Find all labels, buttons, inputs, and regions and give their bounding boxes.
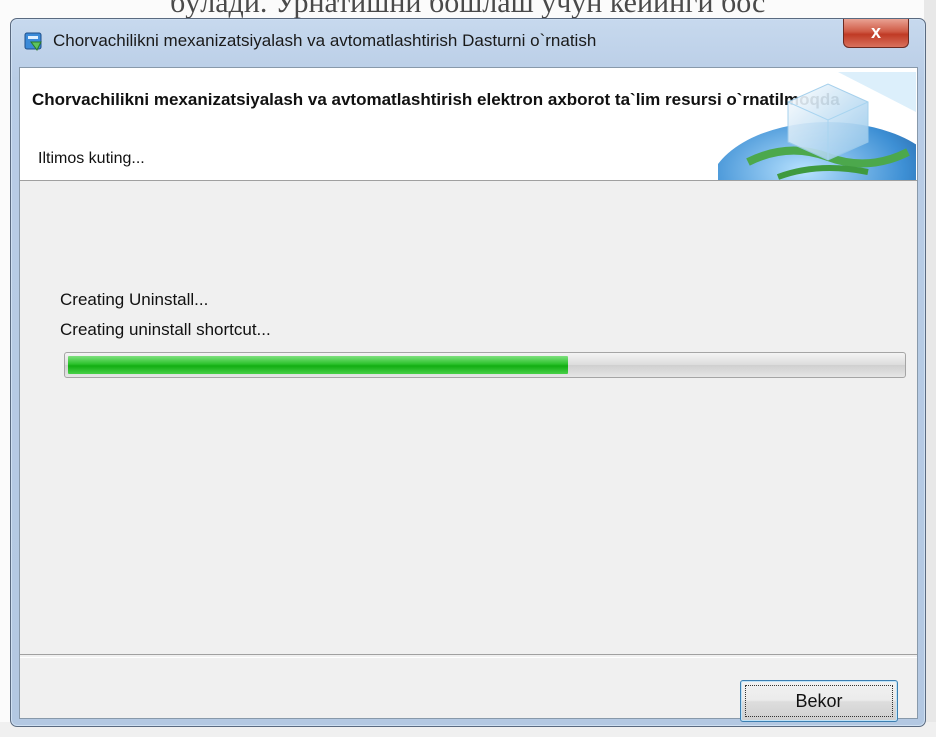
- close-icon: x: [870, 22, 881, 42]
- progress-bar: [64, 352, 906, 378]
- installer-window: Chorvachilikni mexanizatsiyalash va avto…: [10, 18, 926, 727]
- cancel-button-label: Bekor: [795, 691, 843, 711]
- window-title: Chorvachilikni mexanizatsiyalash va avto…: [53, 31, 597, 50]
- installer-client-area: Chorvachilikni mexanizatsiyalash va avto…: [19, 67, 918, 722]
- footer-divider: [20, 654, 917, 658]
- cancel-button[interactable]: Bekor: [740, 680, 898, 722]
- title-bar[interactable]: Chorvachilikni mexanizatsiyalash va avto…: [11, 19, 925, 67]
- globe-cube-icon: [718, 72, 916, 180]
- close-button[interactable]: x: [843, 19, 909, 48]
- status-line-detail: Creating uninstall shortcut...: [60, 320, 271, 339]
- background-document-text: бўлади. Урнатишни бошлаш учун кейинги бо…: [170, 0, 766, 19]
- status-line-primary: Creating Uninstall...: [60, 290, 209, 309]
- header-subtitle: Iltimos kuting...: [38, 150, 145, 167]
- progress-bar-fill: [68, 356, 568, 374]
- installer-icon: [24, 32, 42, 51]
- header-panel: Chorvachilikni mexanizatsiyalash va avto…: [20, 68, 917, 181]
